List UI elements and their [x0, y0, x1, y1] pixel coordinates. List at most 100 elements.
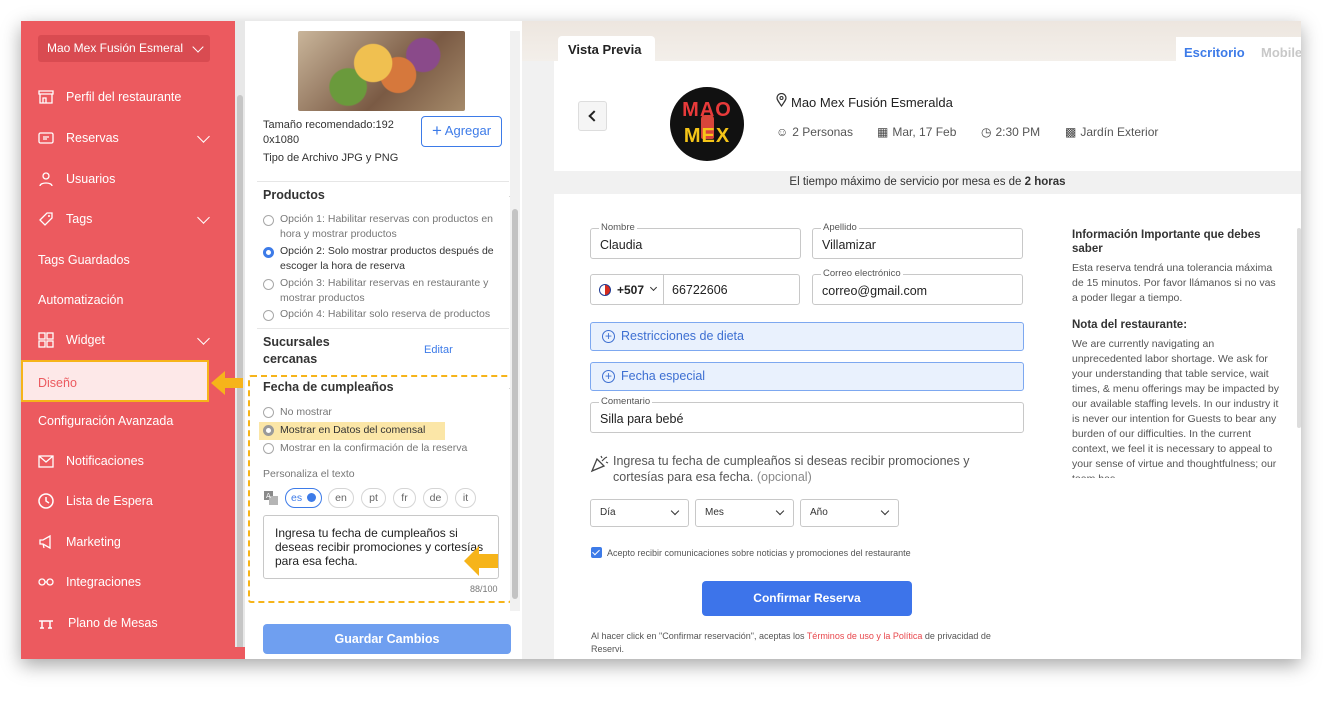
consent-checkbox[interactable] — [591, 547, 602, 558]
table-icon — [39, 620, 53, 629]
sidebar-item-tags[interactable]: Tags — [21, 201, 235, 237]
email-field[interactable]: Correo electrónico correo@gmail.com — [812, 268, 1023, 305]
chevron-down-icon — [197, 332, 210, 345]
dietary-label: Restricciones de dieta — [621, 329, 744, 343]
divider — [257, 181, 509, 182]
add-button-label: Agregar — [444, 123, 492, 138]
area-value: Jardín Exterior — [1080, 125, 1159, 139]
confirm-reservation-button[interactable]: Confirmar Reserva — [702, 581, 912, 616]
megaphone-icon — [39, 534, 51, 550]
sidebar-item-usuarios[interactable]: Usuarios — [21, 161, 235, 197]
lang-label: es — [290, 492, 303, 504]
birthday-option-2[interactable]: Mostrar en Datos del comensal — [280, 423, 425, 438]
productos-option-4[interactable]: Opción 4: Habilitar solo reserva de prod… — [280, 307, 490, 322]
productos-option-1[interactable]: Opción 1: Habilitar reservas con product… — [280, 212, 493, 242]
sucursales-line: Sucursales — [263, 335, 330, 349]
lang-pill-de[interactable]: de — [423, 488, 448, 508]
sidebar-item-label: Automatización — [38, 293, 124, 307]
option-text: Opción 2: Solo mostrar productos después… — [280, 245, 494, 257]
panama-flag-icon — [599, 284, 611, 296]
sidebar-item-reservas[interactable]: Reservas — [21, 120, 235, 156]
restaurant-selector[interactable]: Mao Mex Fusión Esmeral — [38, 35, 210, 62]
add-image-button[interactable]: + Agregar — [421, 116, 502, 147]
sidebar-scrollbar[interactable] — [235, 21, 245, 659]
preview-tab[interactable]: Vista Previa — [558, 36, 655, 61]
sidebar-item-automatizacion[interactable]: Automatización — [21, 282, 235, 318]
sidebar-item-label: Notificaciones — [66, 454, 144, 468]
birthday-option-2-radio[interactable] — [263, 425, 274, 436]
comment-field[interactable]: Comentario Silla para bebé — [590, 396, 1024, 433]
sidebar-item-label: Plano de Mesas — [68, 616, 158, 630]
info-scrollbar[interactable] — [1297, 228, 1301, 428]
personaliza-label: Personaliza el texto — [263, 468, 355, 480]
sidebar-item-plano-de-mesas[interactable]: Plano de Mesas — [21, 605, 235, 641]
dietary-restrictions-button[interactable]: + Restricciones de dieta — [590, 322, 1024, 351]
logo-text: MEX — [683, 125, 731, 147]
image-size-hint: Tamaño recomendado:192 0x1080 — [263, 118, 394, 148]
productos-option-3[interactable]: Opción 3: Habilitar reservas en restaura… — [280, 276, 488, 306]
translate-icon: A — [264, 491, 278, 505]
select-value: Mes — [705, 507, 724, 518]
lang-pill-it[interactable]: it — [455, 488, 476, 508]
image-size-line: 0x1080 — [263, 134, 300, 146]
birthday-option-1-radio[interactable] — [263, 407, 274, 418]
special-date-button[interactable]: + Fecha especial — [590, 362, 1024, 391]
info-text: Esta reserva tendrá una tolerancia máxim… — [1072, 262, 1276, 304]
edit-sucursales-link[interactable]: Editar — [424, 344, 453, 356]
lang-pill-pt[interactable]: pt — [361, 488, 386, 508]
birthday-option-3[interactable]: Mostrar en la confirmación de la reserva — [280, 441, 467, 456]
service-hours: 2 horas — [1024, 176, 1066, 188]
tab-desktop[interactable]: Escritorio — [1184, 38, 1245, 63]
year-select[interactable]: Año — [800, 499, 899, 527]
sidebar-item-tags-guardados[interactable]: Tags Guardados — [21, 242, 235, 278]
tab-mobile[interactable]: Mobile — [1261, 38, 1301, 63]
divider — [257, 328, 509, 329]
user-icon — [39, 172, 53, 187]
day-select[interactable]: Día — [590, 499, 689, 527]
option-text: Opción 3: Habilitar reservas en restaura… — [280, 277, 489, 289]
sidebar-item-label: Widget — [66, 333, 105, 347]
scrollbar-thumb[interactable] — [512, 209, 518, 599]
image-size-line: Tamaño recomendado:192 — [263, 119, 394, 131]
sidebar: Mao Mex Fusión Esmeral Perfil del restau… — [21, 21, 235, 659]
month-select[interactable]: Mes — [695, 499, 794, 527]
sidebar-item-perfil[interactable]: Perfil del restaurante — [21, 79, 235, 115]
settings-scrollbar[interactable] — [510, 31, 520, 611]
plus-circle-icon: + — [602, 370, 615, 383]
phone-code[interactable]: +507 — [617, 283, 644, 297]
sidebar-item-widget[interactable]: Widget — [21, 322, 235, 358]
productos-option-2[interactable]: Opción 2: Solo mostrar productos después… — [280, 244, 494, 274]
sidebar-corner — [235, 647, 245, 659]
back-button[interactable] — [578, 101, 607, 131]
productos-option-1-radio[interactable] — [263, 215, 274, 226]
terms-link[interactable]: Términos de uso y la Política — [807, 631, 923, 641]
productos-option-3-radio[interactable] — [263, 279, 274, 290]
sidebar-item-integraciones[interactable]: Integraciones — [21, 564, 235, 600]
birthday-option-3-radio[interactable] — [263, 443, 274, 454]
sidebar-item-marketing[interactable]: Marketing — [21, 524, 235, 560]
save-changes-button[interactable]: Guardar Cambios — [263, 624, 511, 654]
chevron-down-icon — [670, 506, 680, 516]
lang-pill-fr[interactable]: fr — [393, 488, 416, 508]
birthday-option-1[interactable]: No mostrar — [280, 405, 332, 420]
sidebar-item-notificaciones[interactable]: Notificaciones — [21, 443, 235, 479]
plus-circle-icon: + — [602, 330, 615, 343]
productos-option-2-radio[interactable] — [263, 247, 274, 258]
sidebar-item-label: Lista de Espera — [66, 494, 153, 508]
productos-option-4-radio[interactable] — [263, 310, 274, 321]
consent-label: Acepto recibir comunicaciones sobre noti… — [607, 548, 911, 558]
reservation-date: ▦ Mar, 17 Feb — [877, 125, 956, 139]
lang-pill-es[interactable]: es — [285, 488, 322, 508]
nombre-field[interactable]: Nombre Claudia — [590, 222, 801, 259]
sidebar-item-lista-de-espera[interactable]: Lista de Espera — [21, 483, 235, 519]
store-icon — [38, 90, 54, 104]
apellido-field[interactable]: Apellido Villamizar — [812, 222, 1023, 259]
lang-pill-en[interactable]: en — [328, 488, 354, 508]
sidebar-item-configuracion-avanzada[interactable]: Configuración Avanzada — [21, 403, 235, 439]
phone-value: 66722606 — [672, 283, 728, 297]
sidebar-item-diseno[interactable]: Diseño — [21, 360, 209, 402]
option-text: hora y mostrar productos — [280, 228, 397, 240]
restaurant-selector-label: Mao Mex Fusión Esmeral — [47, 41, 184, 55]
chevron-down-icon — [880, 506, 890, 516]
phone-field[interactable]: +507 66722606 — [590, 274, 800, 305]
